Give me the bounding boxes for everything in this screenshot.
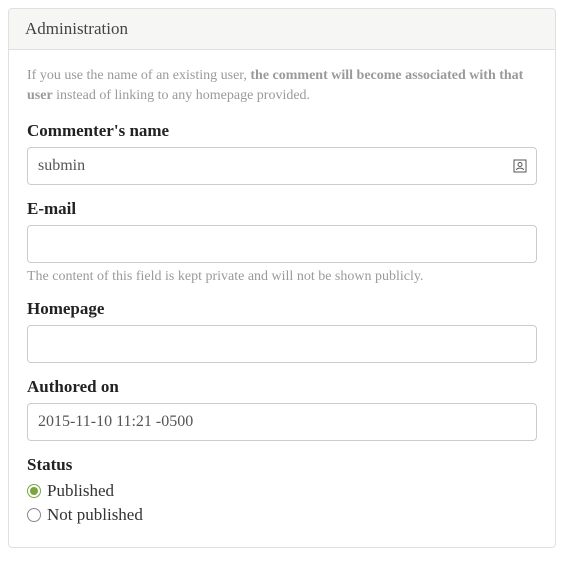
field-email: E-mail The content of this field is kept… [27,199,537,285]
homepage-input[interactable] [27,325,537,363]
email-description: The content of this field is kept privat… [27,269,537,285]
status-radio-group: Published Not published [27,481,537,525]
input-wrap-name [27,147,537,185]
radio-published[interactable] [27,484,41,498]
radio-label-not-published: Not published [47,505,143,525]
field-commenter-name: Commenter's name [27,121,537,185]
commenter-name-input[interactable] [27,147,537,185]
radio-not-published[interactable] [27,508,41,522]
field-status: Status Published Not published [27,455,537,525]
radio-item-published[interactable]: Published [27,481,537,501]
field-authored-on: Authored on [27,377,537,441]
email-input[interactable] [27,225,537,263]
radio-item-not-published[interactable]: Not published [27,505,537,525]
authored-on-input[interactable] [27,403,537,441]
radio-label-published: Published [47,481,114,501]
label-status: Status [27,455,537,475]
label-homepage: Homepage [27,299,537,319]
panel-body: If you use the name of an existing user,… [9,50,555,547]
hint-text: If you use the name of an existing user,… [27,66,537,105]
panel-title: Administration [9,9,555,50]
label-authored-on: Authored on [27,377,537,397]
administration-panel: Administration If you use the name of an… [8,8,556,548]
hint-pre: If you use the name of an existing user, [27,68,250,83]
hint-post: instead of linking to any homepage provi… [53,88,310,103]
label-email: E-mail [27,199,537,219]
field-homepage: Homepage [27,299,537,363]
label-commenter-name: Commenter's name [27,121,537,141]
